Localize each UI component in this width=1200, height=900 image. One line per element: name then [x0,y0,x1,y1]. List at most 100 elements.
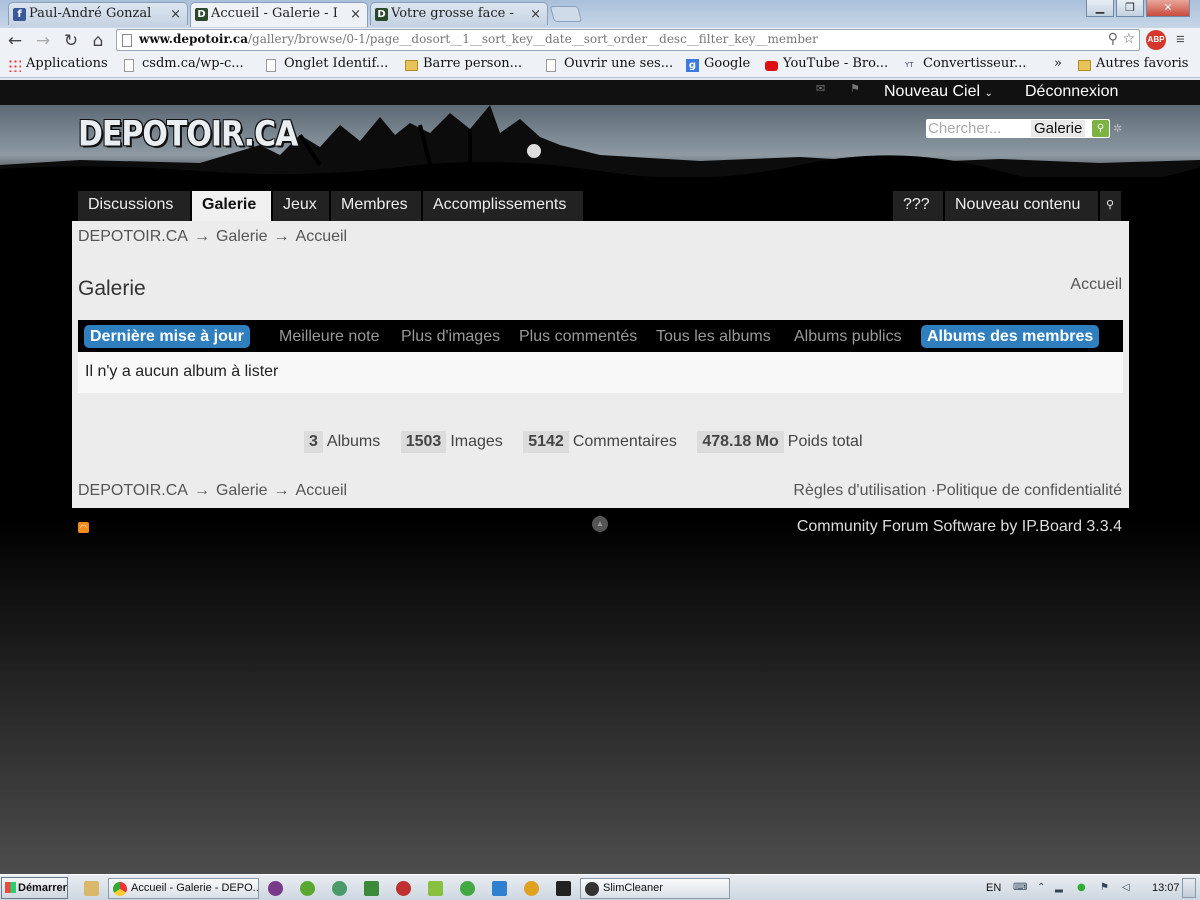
slimcleaner-icon [585,882,599,896]
app-icon[interactable] [364,881,379,896]
app-icon[interactable] [332,881,347,896]
volume-icon[interactable]: ◁ [1122,882,1135,894]
tab-close-icon[interactable]: × [530,7,541,22]
filter-albums-publics[interactable]: Albums publics [788,325,908,348]
pin-icon[interactable]: ⚲ [1100,191,1121,221]
bookmark-youtube[interactable]: YouTube - Bro... [765,56,888,71]
privacy-link[interactable]: ·Politique de confidentialité [931,482,1122,499]
reload-icon[interactable]: ↻ [60,30,82,52]
copyright-text[interactable]: Community Forum Software by IP.Board 3.3… [797,518,1122,536]
nav-tab-nouveau-contenu[interactable]: Nouveau contenu [945,191,1098,221]
browser-menu-icon[interactable]: ≡ [1176,31,1194,49]
nav-tab-jeux[interactable]: Jeux [273,191,329,221]
app-icon[interactable] [556,881,571,896]
page-icon [266,59,276,72]
bookmark-csdm[interactable]: csdm.ca/wp-c... [124,56,244,72]
forward-arrow-icon[interactable]: → [32,30,54,52]
search-input[interactable] [928,120,1028,137]
nav-tab-discussions[interactable]: Discussions [78,191,190,221]
search-options-icon[interactable]: ✲ [1113,122,1122,135]
messages-icon[interactable]: ✉ [816,82,825,95]
new-tab-button[interactable] [549,6,583,22]
bookmark-google[interactable]: g Google [686,56,750,72]
nav-tab-accomplissements[interactable]: Accomplissements [423,191,583,221]
bookmark-autres-favoris[interactable]: Autres favoris [1078,56,1188,71]
breadcrumb-home[interactable]: DEPOTOIR.CA [78,228,188,245]
bookmark-overflow-chevron[interactable]: » [1040,56,1062,71]
update-icon[interactable]: ● [1077,882,1090,894]
notifications-icon[interactable]: ⚑ [850,82,860,95]
clock[interactable]: 13:07 [1152,882,1180,894]
app-icon[interactable] [396,881,411,896]
breadcrumb-galerie[interactable]: Galerie [216,228,268,245]
filter-meilleure-note[interactable]: Meilleure note [273,325,386,348]
address-bar[interactable]: www.depotoir.ca/gallery/browse/0-1/page_… [116,29,1140,51]
tray-expand-icon[interactable]: ⌃ [1037,882,1050,894]
filter-tous-les-albums[interactable]: Tous les albums [650,325,777,348]
gallery-home-link[interactable]: Accueil [1070,276,1122,294]
rss-icon[interactable]: ◠ [78,522,89,533]
action-center-flag-icon[interactable]: ⚑ [1100,882,1113,894]
bookmark-onglet[interactable]: Onglet Identif... [266,56,388,72]
minimize-icon[interactable]: ▁ [1086,0,1114,17]
explorer-icon[interactable] [84,881,99,896]
bookmark-star-icon[interactable]: ☆ [1122,31,1135,47]
bookmark-barre[interactable]: Barre person... [405,56,522,71]
back-arrow-icon[interactable]: ← [4,30,26,52]
app-icon[interactable] [428,881,443,896]
folder-icon [405,60,418,71]
keyboard-icon[interactable]: ⌨ [1013,882,1027,894]
search-icon[interactable]: ⚲ [1092,120,1109,137]
main-content: DEPOTOIR.CA → Galerie → Accueil Galerie Accu… [72,221,1129,508]
filter-plus-commentes[interactable]: Plus commentés [513,325,643,348]
filter-derniere-mise-a-jour[interactable]: Dernière mise à jour [84,325,250,348]
app-icon[interactable] [524,881,539,896]
bookmark-convertisseur[interactable]: YT Convertisseur... [905,56,1026,71]
nav-tab-galerie[interactable]: Galerie [192,191,271,221]
dropbox-icon[interactable] [492,881,507,896]
google-icon: g [686,59,699,72]
filter-plus-images[interactable]: Plus d'images [395,325,506,348]
browser-tab-votre-grosse-face[interactable]: D Votre grosse face - × [370,2,548,25]
site-logo[interactable]: DEPOTOIR.CA [78,114,298,154]
app-icon[interactable] [268,881,283,896]
home-icon[interactable]: ⌂ [87,30,109,52]
window-close-icon[interactable]: ✕ [1146,0,1190,17]
taskbar-chrome-window[interactable]: Accueil - Galerie - DEPO... [108,878,259,899]
nav-tab-unknown[interactable]: ??? [893,191,943,221]
start-button[interactable]: Démarrer [1,877,68,899]
language-indicator[interactable]: EN [986,882,1001,894]
tab-close-icon[interactable]: × [350,7,361,22]
site-banner: DEPOTOIR.CA Galerie ⚲ ✲ [0,105,1200,177]
show-desktop-button[interactable] [1182,878,1196,898]
breadcrumb-galerie[interactable]: Galerie [216,482,268,499]
gallery-stats: 3 Albums 1503 Images 5142 Commentaires 478.… [304,431,879,455]
bookmark-applications[interactable]: Applications [8,56,108,72]
breadcrumb-home[interactable]: DEPOTOIR.CA [78,482,188,499]
chrome-icon [113,882,127,896]
browser-tab-facebook[interactable]: f Paul-André Gonzal × [8,2,188,25]
back-to-top-icon[interactable]: ▲ [592,516,608,532]
breadcrumb-accueil[interactable]: Accueil [296,482,348,499]
adblock-plus-icon[interactable]: ABP [1146,30,1166,50]
browser-tab-galerie[interactable]: D Accueil - Galerie - I × [190,2,368,27]
apps-grid-icon [8,59,21,72]
utorrent-icon[interactable] [460,881,475,896]
nav-tab-membres[interactable]: Membres [331,191,421,221]
taskbar-slimcleaner-window[interactable]: SlimCleaner [580,878,730,899]
user-menu[interactable]: Nouveau Ciel ⌄ [884,83,993,101]
youtube-icon [765,61,778,71]
tab-label: Accueil - Galerie - I [211,6,338,21]
logout-link[interactable]: Déconnexion [1025,83,1118,101]
app-icon[interactable] [300,881,315,896]
restore-icon[interactable]: ❐ [1116,0,1144,17]
zoom-icon[interactable]: ⚲ [1108,31,1118,47]
tab-close-icon[interactable]: × [170,7,181,22]
search-scope-select[interactable]: Galerie [1031,120,1086,137]
filter-albums-des-membres[interactable]: Albums des membres [921,325,1100,348]
bookmark-ouvrir[interactable]: Ouvrir une ses... [546,56,673,72]
breadcrumb-accueil[interactable]: Accueil [296,228,348,245]
terms-link[interactable]: Règles d'utilisation [793,482,926,499]
network-icon[interactable]: ▂ [1055,882,1068,894]
mp3-icon: YT [905,61,914,69]
